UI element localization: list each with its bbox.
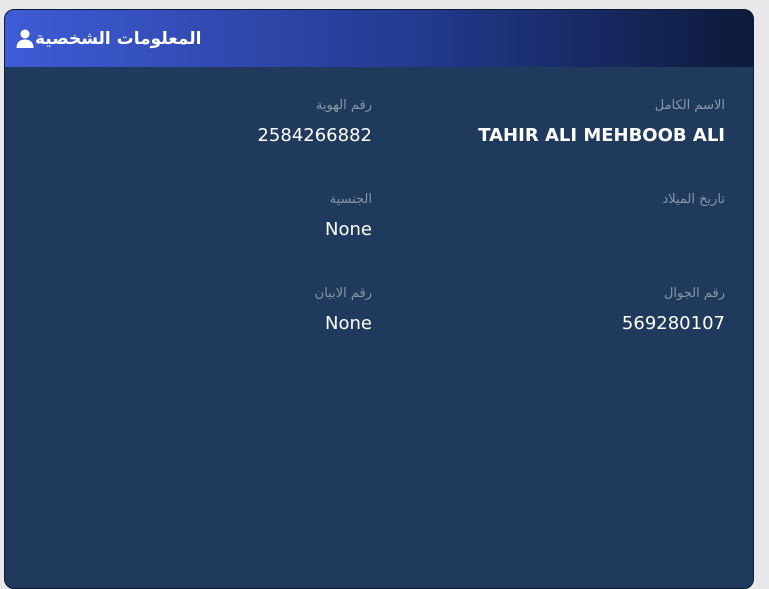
card-header: المعلومات الشخصية — [5, 10, 753, 67]
id-number-label: رقم الهوية — [315, 98, 372, 113]
birth-date-label: تاريخ الميلاد — [662, 192, 725, 207]
field-full-name: الاسم الكامل TAHIR ALI MEHBOOB ALI — [445, 98, 725, 146]
field-nationality: الجنسية None — [92, 192, 372, 240]
mobile-label: رقم الجوال — [663, 286, 725, 301]
field-id-number: رقم الهوية 2584266882 — [92, 98, 372, 146]
full-name-value: TAHIR ALI MEHBOOB ALI — [478, 125, 725, 146]
card-title: المعلومات الشخصية — [35, 28, 202, 49]
full-name-label: الاسم الكامل — [654, 98, 725, 113]
field-mobile: رقم الجوال 569280107 — [445, 286, 725, 334]
field-statement-number: رقم الابيان None — [92, 286, 372, 334]
user-icon — [15, 29, 35, 49]
personal-info-card: المعلومات الشخصية الاسم الكامل TAHIR ALI… — [4, 9, 754, 589]
nationality-value: None — [325, 219, 372, 240]
statement-number-label: رقم الابيان — [314, 286, 372, 301]
statement-number-value: None — [325, 313, 372, 334]
nationality-label: الجنسية — [329, 192, 372, 207]
id-number-value: 2584266882 — [257, 125, 372, 146]
field-birth-date: تاريخ الميلاد — [445, 192, 725, 219]
mobile-value: 569280107 — [621, 313, 725, 334]
